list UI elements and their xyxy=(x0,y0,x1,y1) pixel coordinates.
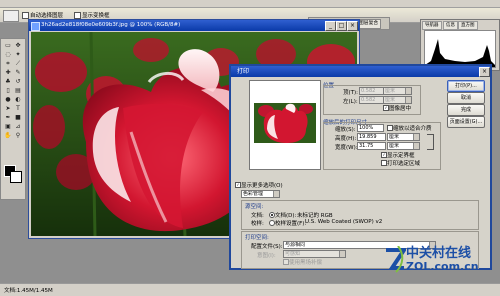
magic-wand-tool-icon[interactable]: ✦ xyxy=(14,51,22,58)
background-color-swatch[interactable] xyxy=(10,171,22,183)
tab-navigator[interactable]: 导航器 xyxy=(422,21,442,30)
left-input[interactable]: 0.582 xyxy=(359,96,384,104)
document-option-label: 文档(D): xyxy=(275,213,297,219)
photoshop-doc-icon xyxy=(31,22,40,31)
height-input[interactable]: 19.859 xyxy=(357,133,386,141)
eyedropper-tool-icon[interactable]: ⊿ xyxy=(14,123,22,130)
histogram-graph xyxy=(424,30,496,68)
source-space-label: 源空间: xyxy=(245,204,264,210)
print-space-label: 打印空间: xyxy=(245,235,269,241)
path-selection-tool-icon[interactable]: ➤ xyxy=(4,105,12,112)
move-tool-preset-icon[interactable] xyxy=(3,10,19,22)
auto-select-layer-checkbox[interactable] xyxy=(22,12,29,19)
top-label: 顶(T): xyxy=(343,90,359,96)
shape-tool-icon[interactable]: ■ xyxy=(14,114,22,121)
brush-tool-icon[interactable]: ✎ xyxy=(14,69,22,76)
document-label: 文档: xyxy=(251,213,264,219)
minimize-button[interactable]: _ xyxy=(325,21,336,31)
close-button[interactable]: × xyxy=(347,21,358,31)
scale-label: 缩放(S): xyxy=(335,127,356,133)
tab-histogram[interactable]: 直方图 xyxy=(458,21,478,30)
height-label: 高度(H): xyxy=(335,136,357,142)
toolbox: ▭ ✥ ◌ ✦ ⌗ ⟋ ✚ ✎ ♣ ↺ ▯ ▤ ● ◐ ➤ T ✒ ■ ▣ ⊿ … xyxy=(0,38,26,200)
gradient-tool-icon[interactable]: ▤ xyxy=(14,87,22,94)
left-label: 左(L): xyxy=(343,99,358,105)
top-input[interactable]: 0.582 xyxy=(359,87,384,95)
print-selected-area-label: 打印选定区域 xyxy=(387,161,421,167)
tab-info[interactable]: 信息 xyxy=(443,21,458,30)
watermark-cn: 中关村在线 xyxy=(406,246,472,261)
zoom-tool-icon[interactable]: ⚲ xyxy=(14,132,22,139)
intent-label: 意图(I): xyxy=(257,253,276,259)
pen-tool-icon[interactable]: ✒ xyxy=(4,114,12,121)
proof-label: 校样: xyxy=(251,221,264,227)
status-bar: 文档:1.45M/1.45M xyxy=(0,283,500,296)
menu-bar xyxy=(0,0,500,8)
move-tool-icon[interactable]: ✥ xyxy=(14,42,22,49)
document-size-status: 文档:1.45M/1.45M xyxy=(4,288,53,294)
show-bounds-checkbox[interactable] xyxy=(74,12,81,19)
auto-select-layer-label: 自动选择图层 xyxy=(30,13,64,19)
page-setup-button[interactable]: 页面设置(G)... xyxy=(447,116,485,128)
left-unit-select[interactable]: 厘米 xyxy=(383,96,412,104)
history-brush-tool-icon[interactable]: ↺ xyxy=(14,78,22,85)
watermark-en: ZOL.com.cn xyxy=(406,260,479,273)
dodge-tool-icon[interactable]: ◐ xyxy=(14,96,22,103)
link-bracket-icon xyxy=(427,134,434,150)
type-tool-icon[interactable]: T xyxy=(14,105,22,112)
cancel-button[interactable]: 取消 xyxy=(447,92,485,104)
print-dialog-title: 打印 xyxy=(237,68,250,75)
print-preview xyxy=(249,80,321,170)
lasso-tool-icon[interactable]: ◌ xyxy=(4,51,12,58)
proof-profile-value: U.S. Web Coated (SWOP) v2 xyxy=(305,219,383,225)
width-input[interactable]: 31.75 xyxy=(357,142,386,150)
eraser-tool-icon[interactable]: ▯ xyxy=(4,87,12,94)
zol-logo-icon xyxy=(386,246,406,273)
hand-tool-icon[interactable]: ✋ xyxy=(4,132,12,139)
print-dialog-titlebar[interactable]: 打印 × xyxy=(231,66,490,77)
show-bounds-label: 显示变换框 xyxy=(82,13,110,19)
top-unit-select[interactable]: 厘米 xyxy=(383,87,412,95)
maximize-button[interactable]: □ xyxy=(336,21,347,31)
scale-to-fit-media-label: 缩放以适合介质 xyxy=(393,126,432,132)
document-titlebar[interactable]: 3h26ad2e818f08e0e609b3f.jpg @ 100% (RGB/… xyxy=(29,20,359,31)
proof-option-label: 校样设置(F): xyxy=(275,221,307,227)
height-unit-select[interactable]: 厘米 xyxy=(387,133,420,141)
document-profile-value: 未标记的 RGB xyxy=(297,213,333,219)
marquee-tool-icon[interactable]: ▭ xyxy=(4,42,12,49)
document-title: 3h26ad2e818f08e0e609b3f.jpg @ 100% (RGB/… xyxy=(41,22,181,28)
print-button[interactable]: 打印(P)... xyxy=(447,80,485,92)
scale-input[interactable]: 100% xyxy=(357,124,384,132)
dialog-close-button[interactable]: × xyxy=(479,67,490,77)
intent-select[interactable]: 可感知 xyxy=(283,250,346,258)
width-unit-select[interactable]: 厘米 xyxy=(387,142,420,150)
blur-tool-icon[interactable]: ● xyxy=(4,96,12,103)
show-more-options-label: 显示更多选项(O) xyxy=(241,183,283,189)
healing-brush-tool-icon[interactable]: ✚ xyxy=(4,69,12,76)
profile-label: 配置文件(S): xyxy=(251,244,283,250)
options-mode-select[interactable]: 色彩管理 xyxy=(241,190,280,198)
crop-tool-icon[interactable]: ⌗ xyxy=(4,60,12,67)
width-label: 宽度(W): xyxy=(335,145,358,151)
show-bounding-box-label: 显示定界框 xyxy=(387,153,415,159)
slice-tool-icon[interactable]: ⟋ xyxy=(14,60,22,67)
black-point-compensation-label: 使用黑场补偿 xyxy=(289,260,323,266)
zol-watermark: 中关村在线 ZOL.com.cn xyxy=(384,240,496,286)
done-button[interactable]: 完成 xyxy=(447,104,485,116)
center-image-label: 图像居中 xyxy=(389,106,412,112)
notes-tool-icon[interactable]: ▣ xyxy=(4,123,12,130)
clone-stamp-tool-icon[interactable]: ♣ xyxy=(4,78,12,85)
